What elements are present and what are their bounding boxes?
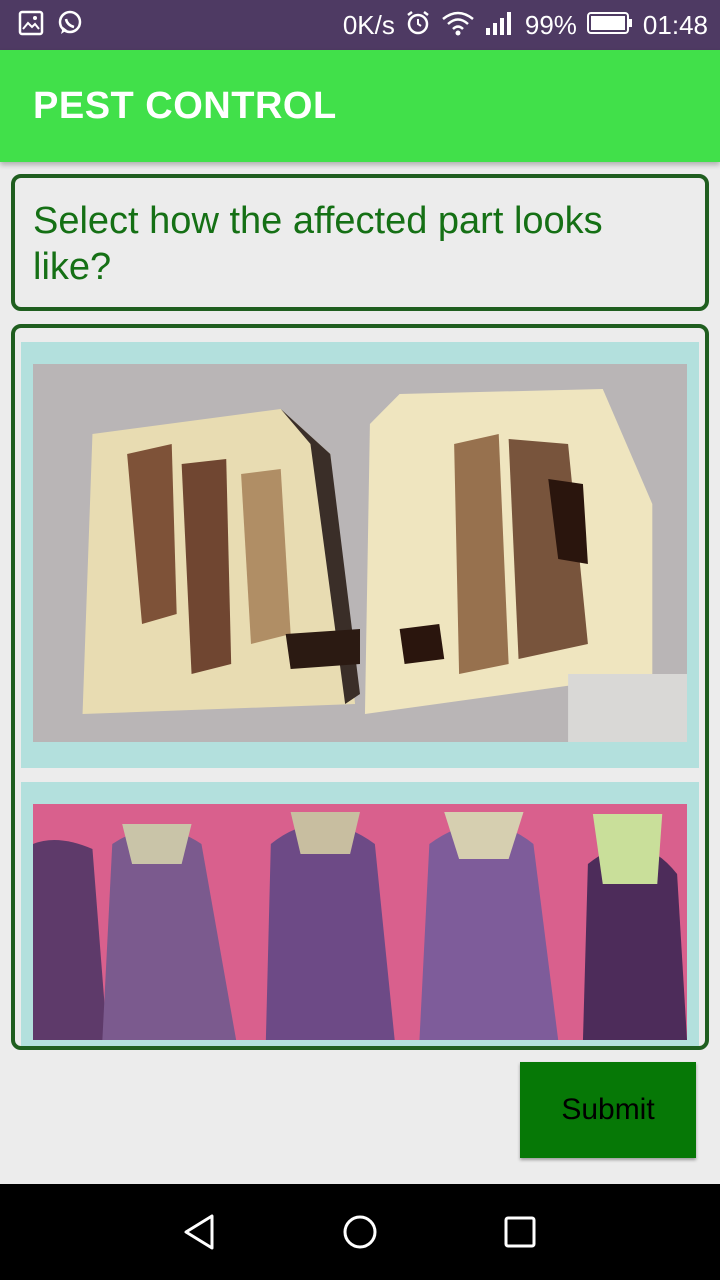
recents-icon[interactable] bbox=[490, 1202, 550, 1262]
question-card: Select how the affected part looks like? bbox=[11, 174, 709, 311]
submit-button[interactable]: Submit bbox=[520, 1062, 696, 1158]
app-title: PEST CONTROL bbox=[33, 84, 337, 127]
cut-eggplant-damage-photo bbox=[33, 364, 687, 742]
status-bar: 0K/s 99% 01:48 bbox=[0, 0, 720, 50]
question-text: Select how the affected part looks like? bbox=[33, 200, 603, 288]
home-icon[interactable] bbox=[330, 1202, 390, 1262]
battery-percent: 99% bbox=[524, 10, 577, 40]
option-cut-eggplant[interactable] bbox=[21, 342, 699, 768]
purple-eggplants-photo bbox=[33, 804, 687, 1040]
alarm-icon bbox=[405, 10, 431, 40]
clock: 01:48 bbox=[642, 10, 708, 40]
back-icon[interactable] bbox=[170, 1202, 230, 1262]
signal-icon bbox=[485, 10, 515, 40]
whatsapp-icon bbox=[56, 9, 84, 42]
options-list[interactable] bbox=[11, 324, 709, 1050]
gallery-icon bbox=[18, 10, 44, 41]
wifi-icon bbox=[441, 10, 475, 40]
network-speed: 0K/s bbox=[342, 10, 395, 40]
option-purple-eggplants[interactable] bbox=[21, 782, 699, 1046]
system-nav-bar bbox=[0, 1184, 720, 1280]
app-bar: PEST CONTROL bbox=[0, 50, 720, 162]
battery-icon bbox=[586, 11, 633, 39]
